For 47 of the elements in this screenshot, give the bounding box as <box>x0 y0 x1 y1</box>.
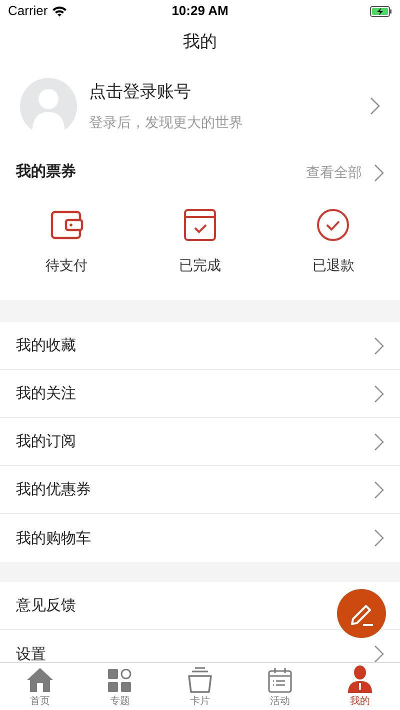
ticket-status-button[interactable]: 待支付 <box>0 195 134 300</box>
ticket-status-button[interactable]: 已退款 <box>266 195 400 300</box>
section-title: 我的票券 <box>16 162 77 182</box>
menu-row[interactable]: 我的收藏 <box>0 322 400 370</box>
wallet-icon <box>50 210 84 240</box>
menu-label: 我的关注 <box>16 386 77 401</box>
chevron-right-icon <box>374 529 384 547</box>
calendar-icon <box>268 667 292 693</box>
grid-icon <box>108 669 132 693</box>
menu-label: 意见反馈 <box>16 598 77 613</box>
tab-bar-item[interactable]: 活动 <box>240 663 320 710</box>
menu-label: 我的优惠券 <box>16 482 92 497</box>
chevron-right-icon <box>374 480 384 498</box>
page-title: 我的 <box>183 31 217 54</box>
tab-bar-item[interactable]: 专题 <box>80 663 160 710</box>
login-prompt: 点击登录账号 <box>89 80 192 103</box>
edit-fab[interactable] <box>337 589 386 638</box>
tab-bar-item[interactable]: 卡片 <box>160 663 240 710</box>
ticket-status-button[interactable]: 已完成 <box>133 195 267 300</box>
chevron-right-icon <box>374 384 384 402</box>
chevron-right-icon <box>374 336 384 354</box>
menu-label: 我的订阅 <box>16 434 77 449</box>
calendar-check-icon <box>182 208 217 242</box>
home-icon <box>26 667 54 693</box>
chevron-right-icon <box>370 97 380 115</box>
wifi-icon <box>52 6 67 16</box>
menu-row[interactable]: 我的订阅 <box>0 418 400 466</box>
check-circle-icon <box>316 208 350 242</box>
person-icon <box>346 665 374 693</box>
menu-label: 我的收藏 <box>16 338 77 353</box>
chevron-right-icon <box>374 164 384 182</box>
menu-row[interactable]: 我的购物车 <box>0 514 400 562</box>
card-stack-icon <box>187 667 213 693</box>
menu-row[interactable]: 我的优惠券 <box>0 466 400 514</box>
menu-row[interactable]: 我的关注 <box>0 370 400 418</box>
menu-label: 我的购物车 <box>16 530 92 546</box>
profile-row[interactable]: 点击登录账号 登录后，发现更大的世界 <box>0 62 400 150</box>
carrier-label: Carrier <box>8 2 48 20</box>
tab-bar-item[interactable]: 我的 <box>320 663 400 710</box>
login-subtitle: 登录后，发现更大的世界 <box>89 113 244 132</box>
menu-label: 设置 <box>16 646 47 662</box>
status-time: 10:29 AM <box>172 2 228 20</box>
chevron-right-icon <box>374 432 384 450</box>
tab-bar-item[interactable]: 首页 <box>0 663 80 710</box>
chevron-right-icon <box>374 645 384 662</box>
menu-row[interactable]: 设置 <box>0 630 400 662</box>
avatar-icon <box>20 78 77 134</box>
